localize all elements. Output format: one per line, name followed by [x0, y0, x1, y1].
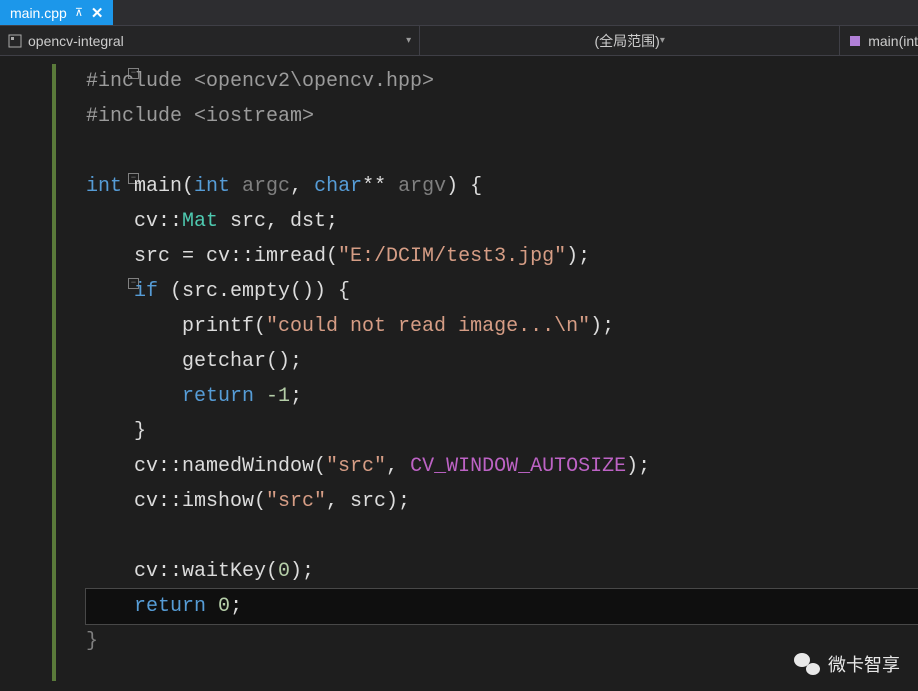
function-icon: [848, 34, 862, 48]
code-line-active: return 0;: [86, 589, 918, 624]
scope-label: (全局范围): [594, 31, 659, 51]
code-line: printf("could not read image...\n");: [86, 309, 918, 344]
chevron-down-icon: ▾: [406, 35, 411, 46]
symbol-dropdown[interactable]: main(int: [840, 26, 918, 55]
project-name: opencv-integral: [28, 33, 124, 49]
code-line: int main(int argc, char** argv) {: [86, 169, 918, 204]
code-area[interactable]: − − − #include <opencv2\opencv.hpp> #inc…: [60, 56, 918, 691]
symbol-name: main(int: [868, 33, 918, 49]
code-line: [86, 134, 918, 169]
code-line: getchar();: [86, 344, 918, 379]
project-icon: [8, 34, 22, 48]
project-dropdown[interactable]: opencv-integral ▾: [0, 26, 420, 55]
pin-icon[interactable]: ⊼: [75, 6, 83, 19]
change-marker: [52, 64, 56, 681]
watermark: 微卡智享: [794, 651, 900, 677]
code-line: }: [86, 414, 918, 449]
code-line: #include <opencv2\opencv.hpp>: [86, 64, 918, 99]
tab-bar: main.cpp ⊼ ✕: [0, 0, 918, 26]
code-line: return -1;: [86, 379, 918, 414]
code-editor[interactable]: − − − #include <opencv2\opencv.hpp> #inc…: [0, 56, 918, 691]
code-line: #include <iostream>: [86, 99, 918, 134]
file-tab[interactable]: main.cpp ⊼ ✕: [0, 0, 113, 25]
code-line: cv::namedWindow("src", CV_WINDOW_AUTOSIZ…: [86, 449, 918, 484]
code-line: cv::imshow("src", src);: [86, 484, 918, 519]
close-icon[interactable]: ✕: [91, 4, 104, 22]
code-line: if (src.empty()) {: [86, 274, 918, 309]
code-line: cv::Mat src, dst;: [86, 204, 918, 239]
gutter: [0, 56, 60, 691]
code-line: cv::waitKey(0);: [86, 554, 918, 589]
wechat-icon: [794, 653, 820, 675]
watermark-text: 微卡智享: [828, 651, 900, 677]
navigation-bar: opencv-integral ▾ (全局范围) ▾ main(int: [0, 26, 918, 56]
code-line: src = cv::imread("E:/DCIM/test3.jpg");: [86, 239, 918, 274]
chevron-down-icon: ▾: [660, 35, 665, 46]
code-line: [86, 519, 918, 554]
scope-dropdown[interactable]: (全局范围) ▾: [420, 26, 840, 55]
tab-filename: main.cpp: [10, 5, 67, 21]
